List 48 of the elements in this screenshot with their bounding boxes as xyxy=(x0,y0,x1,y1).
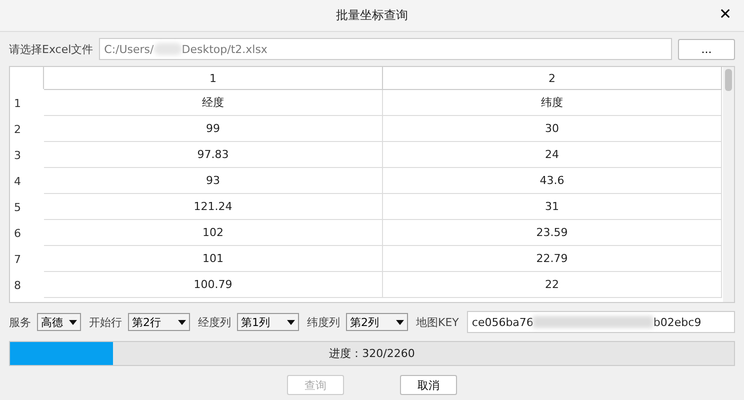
scrollbar[interactable] xyxy=(723,67,734,302)
caret-icon xyxy=(396,320,404,324)
dropdown[interactable]: 高德 xyxy=(37,313,81,331)
file-label: 请选择Excel文件 xyxy=(9,42,94,56)
table-cell: 97.83 xyxy=(44,142,383,168)
table-cell: 24 xyxy=(383,142,722,168)
browse-button[interactable]: ... xyxy=(678,38,735,60)
table-cell: 30 xyxy=(383,116,722,142)
cancel-button[interactable]: 取消 xyxy=(400,375,457,395)
row-header: 4 xyxy=(13,174,22,190)
progress-text: 进度：320/2260 xyxy=(329,346,415,361)
column-header: 1 xyxy=(44,67,383,90)
table-cell: 22 xyxy=(383,272,722,298)
option-label: 服务 xyxy=(9,314,31,330)
dropdown[interactable]: 第2行 xyxy=(128,313,190,331)
dropdown[interactable]: 第2列 xyxy=(346,313,408,331)
table-cell: 102 xyxy=(44,220,383,246)
option-label: 开始行 xyxy=(89,314,122,330)
row-header: 5 xyxy=(13,200,22,216)
table-cell: 23.59 xyxy=(383,220,722,246)
table-cell: 93 xyxy=(44,168,383,194)
row-header: 3 xyxy=(13,148,22,164)
key-field[interactable]: ce056ba76 b02ebc9 xyxy=(466,311,735,333)
column-header: 2 xyxy=(383,67,722,90)
key-label: 地图KEY xyxy=(416,314,459,330)
table-cell: 22.79 xyxy=(383,246,722,272)
dropdown[interactable]: 第1列 xyxy=(237,313,299,331)
row-header: 7 xyxy=(13,252,22,268)
row-header: 8 xyxy=(13,278,22,294)
option-label: 经度列 xyxy=(198,314,231,330)
table-cell: 43.6 xyxy=(383,168,722,194)
caret-icon xyxy=(69,320,77,324)
close-button[interactable]: ✕ xyxy=(715,5,736,23)
table-cell: 121.24 xyxy=(44,194,383,220)
window-title: 批量坐标查询 xyxy=(336,7,408,24)
row-header: 2 xyxy=(13,122,22,138)
table-cell: 101 xyxy=(44,246,383,272)
option-label: 纬度列 xyxy=(307,314,340,330)
file-path-field[interactable]: C:/Users/ Desktop/t2.xlsx xyxy=(99,38,672,60)
table-cell: 31 xyxy=(383,194,722,220)
caret-icon xyxy=(287,320,295,324)
table-cell: 99 xyxy=(44,116,383,142)
table-cell: 纬度 xyxy=(383,90,722,116)
table-cell: 100.79 xyxy=(44,272,383,298)
table-cell: 经度 xyxy=(44,90,383,116)
row-header: 1 xyxy=(13,96,22,112)
row-header: 6 xyxy=(13,226,22,242)
caret-icon xyxy=(178,320,186,324)
